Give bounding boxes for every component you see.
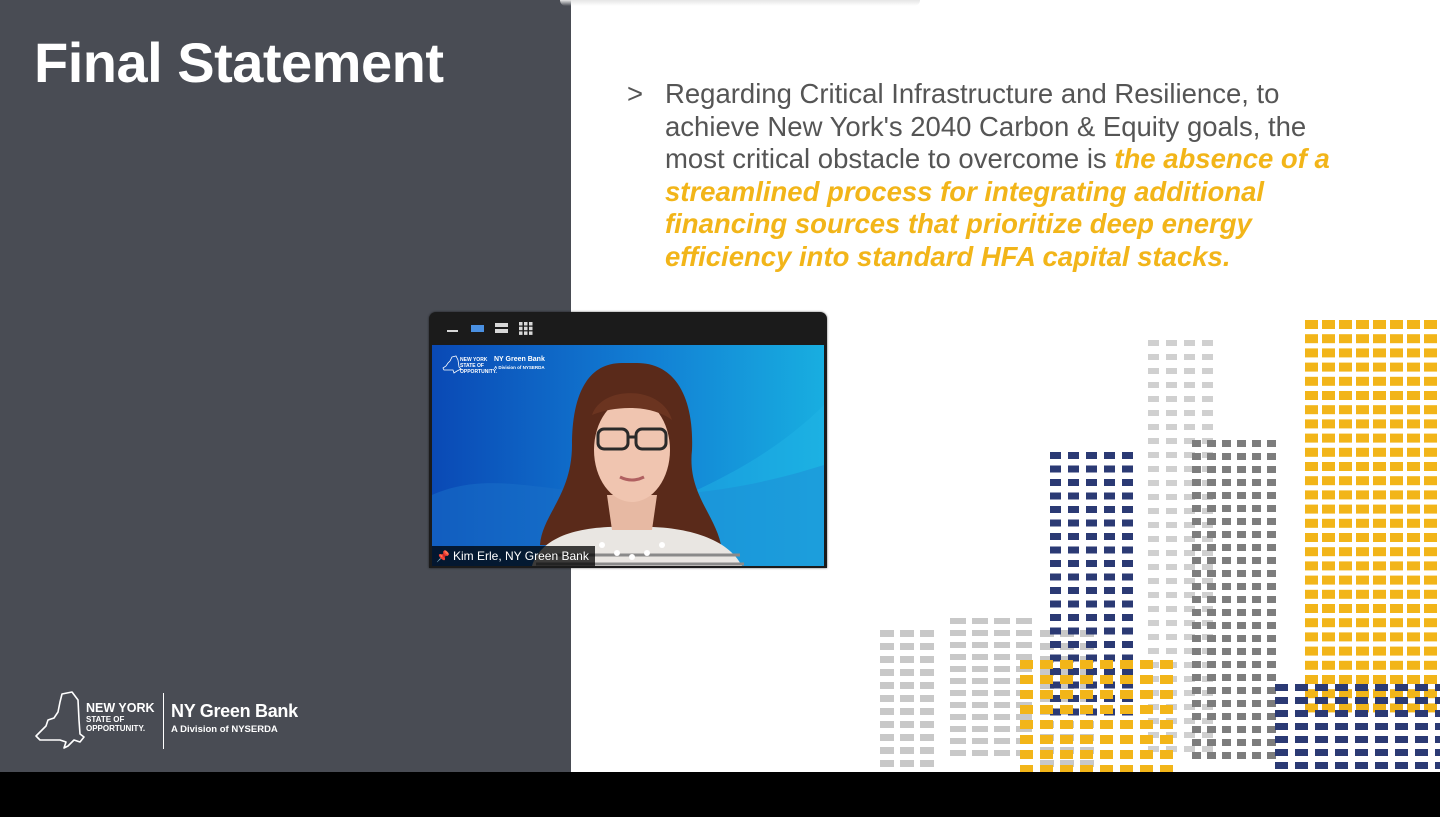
nys-green-bank-logo: NEW YORK STATE OF OPPORTUNITY. NY Green … bbox=[34, 690, 314, 754]
participant-name-tag: 📌 Kim Erle, NY Green Bank bbox=[432, 546, 595, 566]
nys-state-outline-icon bbox=[35, 691, 85, 749]
logo-state-line1: NEW YORK bbox=[86, 701, 155, 715]
green-bank-wordmark: NY Green Bank A Division of NYSERDA bbox=[171, 701, 298, 735]
logo-org-sub: A Division of NYSERDA bbox=[171, 724, 278, 735]
bullet-marker: > bbox=[627, 78, 644, 109]
participant-video[interactable]: NEW YORK STATE OF OPPORTUNITY. NY Green … bbox=[432, 345, 824, 566]
nys-wordmark: NEW YORK STATE OF OPPORTUNITY. bbox=[86, 701, 155, 734]
gallery-strip-icon[interactable] bbox=[495, 322, 509, 334]
logo-state-line3: OPPORTUNITY. bbox=[86, 724, 146, 733]
grid-view-icon[interactable] bbox=[519, 322, 533, 335]
logo-divider bbox=[163, 693, 164, 749]
logo-state-line2: STATE OF bbox=[86, 715, 125, 724]
logo-org-name: NY Green Bank bbox=[171, 701, 298, 721]
top-shadow bbox=[560, 0, 920, 6]
bullet-text: Regarding Critical Infrastructure and Re… bbox=[665, 78, 1365, 274]
video-toolbar bbox=[429, 312, 827, 344]
video-window[interactable]: NEW YORK STATE OF OPPORTUNITY. NY Green … bbox=[429, 312, 827, 568]
slide-title: Final Statement bbox=[34, 31, 444, 94]
city-skyline-illustration bbox=[880, 320, 1440, 772]
minimize-icon[interactable] bbox=[446, 322, 460, 334]
pin-icon: 📌 bbox=[436, 551, 450, 563]
speaker-view-icon[interactable] bbox=[471, 322, 485, 334]
participant-figure bbox=[532, 363, 744, 566]
participant-name: Kim Erle, NY Green Bank bbox=[453, 549, 589, 563]
